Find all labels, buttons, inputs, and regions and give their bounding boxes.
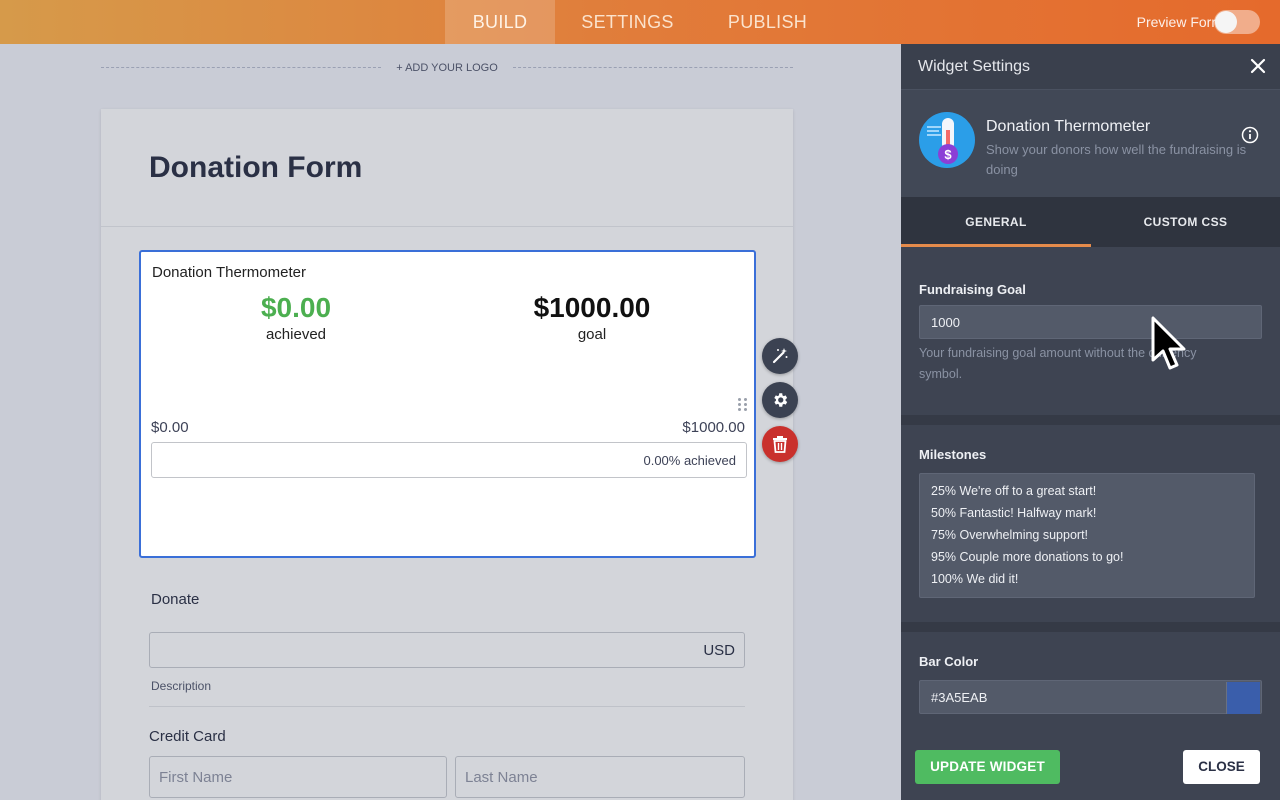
last-name-input[interactable]: Last Name [455,756,745,798]
logo-divider-left [101,67,381,68]
drag-handle-icon[interactable] [738,398,748,412]
first-name-placeholder: First Name [159,769,233,786]
svg-text:$: $ [944,147,952,162]
last-name-placeholder: Last Name [465,769,538,786]
mouse-cursor-icon [1151,316,1186,370]
logo-divider-right [513,67,793,68]
achieved-amount: $0.00 [260,292,332,323]
trash-icon [773,436,787,453]
achieved-label: achieved [265,326,327,343]
goal-amount: $1000.00 [533,292,651,323]
tab-general[interactable]: GENERAL [901,197,1091,247]
thermometer-widget-icon: $ [919,112,975,168]
donate-amount-input[interactable]: USD [149,632,745,668]
top-bar: BUILD SETTINGS PUBLISH Preview Form [0,0,1280,44]
milestones-section: Milestones 25% We're off to a great star… [901,425,1280,622]
range-max: $1000.00 [682,419,745,436]
bar-color-swatch[interactable] [1226,682,1260,714]
progress-text: 0.00% achieved [643,453,736,468]
section-separator [901,622,1280,632]
credit-card-label: Credit Card [149,728,226,745]
panel-header: Widget Settings [901,44,1280,90]
toggle-knob [1215,11,1237,33]
fundraising-goal-section: Fundraising Goal 1000 Your fundraising g… [901,247,1280,415]
milestone-line: 25% We're off to a great start! [931,484,1097,498]
info-icon[interactable] [1241,126,1259,144]
donate-description: Description [151,679,212,693]
fundraising-goal-label: Fundraising Goal [919,282,1026,297]
milestone-line: 95% Couple more donations to go! [931,550,1124,564]
donation-thermometer-widget[interactable]: Donation Thermometer $0.00 achieved $100… [139,250,756,558]
form-title: Donation Form [149,151,363,184]
first-name-input[interactable]: First Name [149,756,447,798]
tab-settings[interactable]: SETTINGS [565,0,690,44]
magic-wand-icon [772,348,788,364]
panel-title: Widget Settings [918,58,1031,75]
form-card: Donation Form Donation Thermometer $0.00… [101,109,793,800]
widget-settings-button[interactable] [762,382,798,418]
tab-build[interactable]: BUILD [445,0,555,44]
progress-bar: 0.00% achieved [151,442,747,478]
gear-icon [774,393,788,407]
tab-publish[interactable]: PUBLISH [710,0,825,44]
form-header[interactable]: Donation Form [101,109,793,227]
section-separator [901,415,1280,425]
update-widget-button[interactable]: UPDATE WIDGET [915,750,1060,784]
widget-description: Show your donors how well the fundraisin… [986,142,1247,177]
panel-tabs: GENERAL CUSTOM CSS [901,197,1280,247]
magic-wand-button[interactable] [762,338,798,374]
widget-settings-panel: Widget Settings $ Donation Thermometer S… [901,44,1280,800]
bar-color-value: #3A5EAB [931,690,988,705]
range-min: $0.00 [151,419,189,436]
donate-label: Donate [151,591,200,608]
milestone-line: 100% We did it! [931,572,1019,586]
bar-color-label: Bar Color [919,654,979,669]
thermometer-title: Donation Thermometer [152,264,306,281]
preview-form-toggle[interactable] [1214,10,1260,34]
fundraising-goal-value: 1000 [931,315,960,330]
widget-name: Donation Thermometer [986,118,1151,135]
bar-color-input[interactable]: #3A5EAB [919,680,1262,714]
goal-label: goal [577,326,607,343]
delete-widget-button[interactable] [762,426,798,462]
milestone-line: 75% Overwhelming support! [931,528,1089,542]
close-button[interactable]: CLOSE [1183,750,1260,784]
close-icon[interactable] [1248,56,1268,76]
fundraising-goal-input[interactable]: 1000 [919,305,1262,339]
section-divider [149,706,745,707]
currency-label: USD [703,642,735,659]
add-logo-link[interactable]: + ADD YOUR LOGO [381,62,513,74]
bar-color-section: Bar Color #3A5EAB [901,632,1280,742]
preview-form-label: Preview Form [1136,14,1223,30]
form-canvas: + ADD YOUR LOGO Donation Form Donation T… [0,44,901,800]
milestones-textarea[interactable]: 25% We're off to a great start! 50% Fant… [919,473,1255,598]
milestone-line: 50% Fantastic! Halfway mark! [931,506,1097,520]
milestones-label: Milestones [919,447,987,462]
widget-info: $ Donation Thermometer Show your donors … [901,90,1280,197]
tab-custom-css[interactable]: CUSTOM CSS [1091,197,1280,247]
